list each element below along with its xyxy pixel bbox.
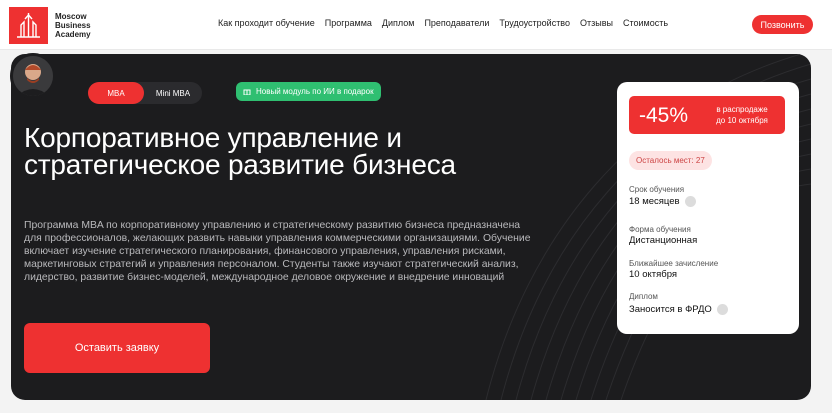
- avatar: [10, 53, 56, 99]
- diploma-text: Заносится в ФРДО: [629, 304, 712, 315]
- format-label: Форма обучения: [629, 225, 691, 234]
- discount-note: в распродаже до 10 октября: [707, 104, 777, 126]
- logo[interactable]: Moscow Business Academy: [9, 7, 115, 44]
- discount-note-line: до 10 октября: [716, 116, 768, 125]
- logo-text: Moscow Business Academy: [55, 12, 115, 39]
- logo-line: Academy: [55, 30, 91, 39]
- duration-value: 18 месяцев: [629, 196, 696, 207]
- main-nav: Как проходит обучение Программа Диплом П…: [218, 18, 668, 28]
- program-tabs: MBA Mini MBA: [88, 82, 202, 104]
- nav-item-how-it-works[interactable]: Как проходит обучение: [218, 18, 315, 28]
- nav-item-program[interactable]: Программа: [325, 18, 372, 28]
- ai-module-badge[interactable]: Новый модуль по ИИ в подарок: [236, 82, 381, 101]
- duration-text: 18 месяцев: [629, 196, 680, 207]
- nav-item-price[interactable]: Стоимость: [623, 18, 668, 28]
- call-button[interactable]: Позвонить: [752, 15, 813, 34]
- nav-item-diploma[interactable]: Диплом: [382, 18, 415, 28]
- nav-item-teachers[interactable]: Преподаватели: [424, 18, 489, 28]
- site-header: Moscow Business Academy Как проходит обу…: [0, 0, 832, 50]
- duration-label: Срок обучения: [629, 185, 685, 194]
- tab-mba[interactable]: MBA: [88, 82, 144, 104]
- tab-mini-mba[interactable]: Mini MBA: [144, 82, 202, 104]
- discount-note-line: в распродаже: [716, 105, 768, 114]
- ai-badge-label: Новый модуль по ИИ в подарок: [256, 87, 374, 96]
- kremlin-icon: [9, 7, 48, 44]
- price-card: -45% в распродаже до 10 октября Осталось…: [617, 82, 799, 334]
- nav-item-employment[interactable]: Трудоустройство: [499, 18, 570, 28]
- page-title: Корпоративное управление и стратегическо…: [24, 122, 456, 180]
- info-icon[interactable]: [684, 196, 696, 207]
- diploma-value: Заносится в ФРДО: [629, 304, 728, 315]
- seats-left-badge: Осталось мест: 27: [629, 151, 712, 170]
- apply-button[interactable]: Оставить заявку: [24, 323, 210, 373]
- nav-item-reviews[interactable]: Отзывы: [580, 18, 613, 28]
- logo-line: Business: [55, 21, 91, 30]
- enrollment-value: 10 октября: [629, 269, 678, 280]
- gift-icon: [243, 87, 251, 97]
- info-icon[interactable]: [716, 304, 728, 315]
- program-description: Программа MBA по корпоративному управлен…: [24, 220, 531, 283]
- format-value: Дистанционная: [629, 235, 698, 246]
- diploma-label: Диплом: [629, 292, 658, 301]
- discount-percent: -45%: [639, 104, 689, 127]
- enrollment-label: Ближайшее зачисление: [629, 259, 719, 268]
- discount-banner: -45% в распродаже до 10 октября: [629, 96, 785, 134]
- logo-line: Moscow: [55, 12, 87, 21]
